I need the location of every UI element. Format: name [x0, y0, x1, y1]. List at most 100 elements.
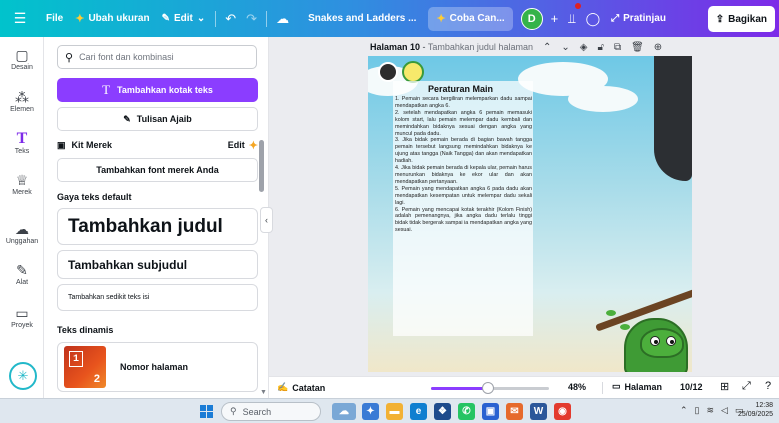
weather-widget-icon[interactable]: ☁ [332, 403, 356, 420]
snake-head [640, 328, 684, 358]
rail-label: Proyek [11, 322, 33, 329]
text-icon: T [16, 130, 28, 147]
magic-write-button[interactable]: ✎ Tulisan Ajaib [57, 107, 258, 131]
zoom-slider[interactable] [431, 382, 549, 394]
rail-item-brand[interactable]: ♕ Merek [0, 172, 44, 196]
page-number-card[interactable]: 1 2 Nomor halaman [57, 342, 258, 392]
add-subtitle-card[interactable]: Tambahkan subjudul [57, 250, 258, 279]
rail-label: Desain [11, 64, 33, 71]
add-brand-font-button[interactable]: Tambahkan font merek Anda [57, 158, 258, 182]
chrome-icon[interactable]: ◉ [554, 403, 571, 420]
edit-label: Edit [227, 140, 245, 150]
rail-item-tools[interactable]: ✎ Alat [0, 262, 44, 286]
menu-icon[interactable]: ☰ [6, 5, 34, 33]
store-icon[interactable]: ▣ [482, 403, 499, 420]
resize-button[interactable]: ✦ Ubah ukuran [69, 5, 155, 33]
text-panel: ⚲ T Tambahkan kotak teks ✎ Tulisan Ajaib… [44, 37, 269, 398]
duplicate-icon[interactable]: ⧉ [614, 42, 621, 53]
rule-item: 1. Pemain secara bergiliran melemparkan … [395, 96, 532, 109]
word-icon[interactable]: W [530, 403, 547, 420]
crown-icon: ✦ [436, 13, 446, 25]
add-textbox-button[interactable]: T Tambahkan kotak teks [57, 78, 258, 102]
folder-icon: ▭ [15, 305, 29, 321]
chevron-up-icon[interactable]: ⌃ [543, 42, 551, 53]
preview-button[interactable]: ⤢ Pratinjau [605, 5, 672, 33]
zoom-level[interactable]: 48% [568, 382, 586, 392]
text-icon: T [102, 82, 111, 97]
file-menu[interactable]: File [40, 5, 69, 33]
magic-icon[interactable]: ✳ [9, 362, 37, 390]
file-explorer-icon[interactable]: ▬ [386, 403, 403, 420]
whatsapp-icon[interactable]: ✆ [458, 403, 475, 420]
volume-icon[interactable]: ◁ [721, 405, 728, 416]
mail-icon[interactable]: ✉ [506, 403, 523, 420]
brand-kit-edit-button[interactable]: Edit ✦ [228, 139, 258, 152]
panel-scrollbar[interactable] [259, 140, 264, 192]
taskbar-search[interactable]: ⚲ Search [221, 402, 321, 421]
chevron-down-icon[interactable]: ⌄ [561, 42, 569, 53]
security-icon[interactable]: ▯ [695, 405, 700, 416]
add-collaborator-icon[interactable]: + [546, 5, 564, 33]
preview-label: Pratinjau [623, 13, 666, 24]
share-label: Bagikan [728, 13, 767, 25]
scroll-down-arrow[interactable]: ▼ [260, 389, 267, 396]
rail-label: Unggahan [5, 238, 39, 245]
school-logo[interactable] [402, 61, 424, 83]
rail-item-elements[interactable]: ⁂ Elemen [0, 89, 44, 113]
document-title[interactable]: Snakes and Ladders ... [302, 5, 422, 33]
wifi-icon[interactable]: ≋ [707, 405, 715, 416]
pages-label: Halaman [624, 381, 663, 392]
windows-start-icon[interactable] [200, 405, 213, 418]
edge-icon[interactable]: e [410, 403, 427, 420]
comment-icon[interactable]: ◯ [581, 5, 606, 33]
notes-button[interactable]: ✍ Catatan [277, 382, 325, 393]
grid-view-icon[interactable]: ⊞ [720, 380, 729, 393]
zoom-slider-thumb[interactable] [481, 382, 494, 394]
notification-dot [575, 3, 581, 9]
chevron-up-icon[interactable]: ⌃ [680, 405, 688, 416]
redo-icon[interactable]: ↷ [241, 5, 262, 33]
hide-icon[interactable]: ◈ [580, 42, 588, 53]
os-taskbar: ⚲ Search ☁ ✦ ▬ e ❖ ✆ ▣ ✉ W ◉ ⌃ ▯ ≋ ◁ ▭ 1… [0, 398, 779, 423]
lock-icon[interactable]: 🔓︎ [597, 42, 603, 53]
crown-icon: ✦ [248, 139, 258, 152]
share-button[interactable]: ⇪ Bagikan [707, 6, 775, 32]
clock[interactable]: 12:38 25/09/2025 [738, 401, 773, 419]
font-search[interactable]: ⚲ [57, 45, 257, 69]
shapes-icon: ⁂ [15, 89, 29, 105]
rules-title[interactable]: Peraturan Main [428, 84, 493, 94]
rail-label: Elemen [10, 106, 34, 113]
avatar[interactable]: D [520, 7, 543, 30]
cloud-sync-icon[interactable]: ☁ [271, 5, 294, 33]
fullscreen-icon[interactable]: ⤢ [742, 380, 751, 393]
help-icon[interactable]: ? [765, 380, 771, 392]
edit-menu[interactable]: ✎ Edit ⌄ [156, 5, 212, 33]
add-page-icon[interactable]: ⊕ [654, 42, 662, 53]
collapse-panel-button[interactable]: ‹ [260, 207, 273, 233]
undo-icon[interactable]: ↶ [220, 5, 241, 33]
cloud [568, 86, 638, 112]
add-body-card[interactable]: Tambahkan sedikit teks isi [57, 284, 258, 311]
school-logo[interactable] [378, 62, 398, 82]
rail-label: Alat [15, 279, 29, 286]
try-canva-button[interactable]: ✦ Coba Can... [428, 6, 513, 31]
dropbox-icon[interactable]: ❖ [434, 403, 451, 420]
search-input[interactable] [79, 52, 250, 62]
draw-icon: ✎ [16, 262, 28, 278]
rail-label: Teks [14, 148, 30, 155]
rail-item-text[interactable]: T Teks [0, 130, 44, 156]
add-brand-font-label: Tambahkan font merek Anda [96, 165, 219, 175]
pages-button[interactable]: ▭ Halaman [612, 381, 662, 392]
rail-item-design[interactable]: ▢ Desain [0, 47, 44, 71]
chevron-down-icon: ⌄ [196, 13, 206, 24]
rail-item-uploads[interactable]: ☁ Unggahan [0, 221, 44, 245]
trash-icon[interactable]: 🗑︎ [631, 42, 644, 53]
rules-list[interactable]: 1. Pemain secara bergiliran melemparkan … [395, 96, 532, 234]
leaf [620, 324, 630, 330]
page-title[interactable]: Halaman 10 - Tambahkan judul halaman [370, 42, 533, 52]
add-title-card[interactable]: Tambahkan judul [57, 208, 258, 245]
page-title-placeholder: Tambahkan judul halaman [427, 42, 533, 52]
rail-item-projects[interactable]: ▭ Proyek [0, 305, 44, 329]
copilot-icon[interactable]: ✦ [362, 403, 379, 420]
design-page[interactable]: Peraturan Main 1. Pemain secara bergilir… [368, 56, 692, 372]
